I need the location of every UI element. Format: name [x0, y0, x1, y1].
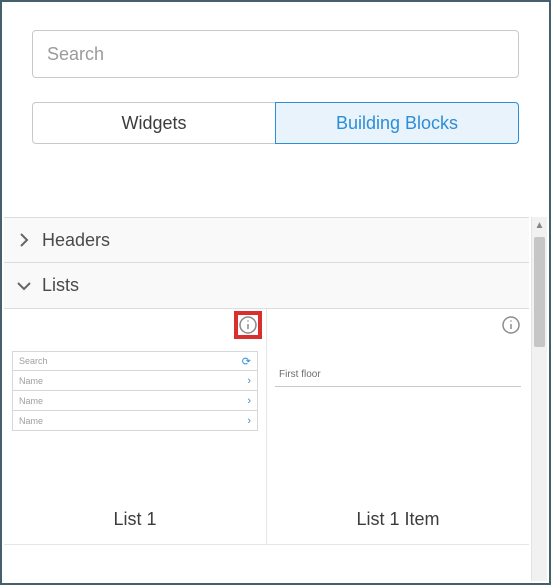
preview-row-label: Name [19, 396, 43, 406]
tab-widgets[interactable]: Widgets [32, 102, 275, 144]
info-icon[interactable] [501, 315, 521, 335]
chevron-right-icon: › [247, 415, 251, 427]
card-list-1-preview: Search ⟳ Name › Name › Name › [12, 351, 258, 491]
preview-row-label: Name [19, 416, 43, 426]
search-input[interactable] [32, 30, 519, 78]
panel-frame: { "search": { "placeholder": "Search" },… [0, 0, 551, 585]
vertical-scrollbar[interactable]: ▲ [531, 217, 547, 581]
scroll-up-arrow-icon[interactable]: ▲ [532, 217, 547, 233]
preview-search-label: Search [19, 356, 48, 366]
sections-list: Headers Lists Sear [4, 217, 529, 581]
top-controls: Widgets Building Blocks [2, 2, 549, 166]
chevron-right-icon: › [247, 375, 251, 387]
card-list-1-title: List 1 [12, 509, 258, 530]
section-lists-label: Lists [42, 275, 79, 296]
refresh-icon: ⟳ [242, 355, 251, 368]
card-list-1-item-preview: First floor [275, 363, 521, 491]
card-list-1-item-title: List 1 Item [275, 509, 521, 530]
info-icon[interactable] [238, 315, 258, 335]
tab-row: Widgets Building Blocks [32, 102, 519, 144]
card-list-1-item[interactable]: First floor List 1 Item [266, 309, 529, 544]
chevron-right-icon [16, 232, 32, 248]
card-list-1[interactable]: Search ⟳ Name › Name › Name › [4, 309, 266, 544]
preview-row-label: Name [19, 376, 43, 386]
cards-grid: Search ⟳ Name › Name › Name › [4, 309, 529, 545]
preview-item-label: First floor [275, 363, 521, 387]
chevron-down-icon [16, 278, 32, 294]
section-headers[interactable]: Headers [4, 217, 529, 263]
chevron-right-icon: › [247, 395, 251, 407]
scroll-thumb[interactable] [534, 237, 545, 347]
section-lists[interactable]: Lists [4, 263, 529, 309]
section-headers-label: Headers [42, 230, 110, 251]
tab-building-blocks[interactable]: Building Blocks [275, 102, 519, 144]
